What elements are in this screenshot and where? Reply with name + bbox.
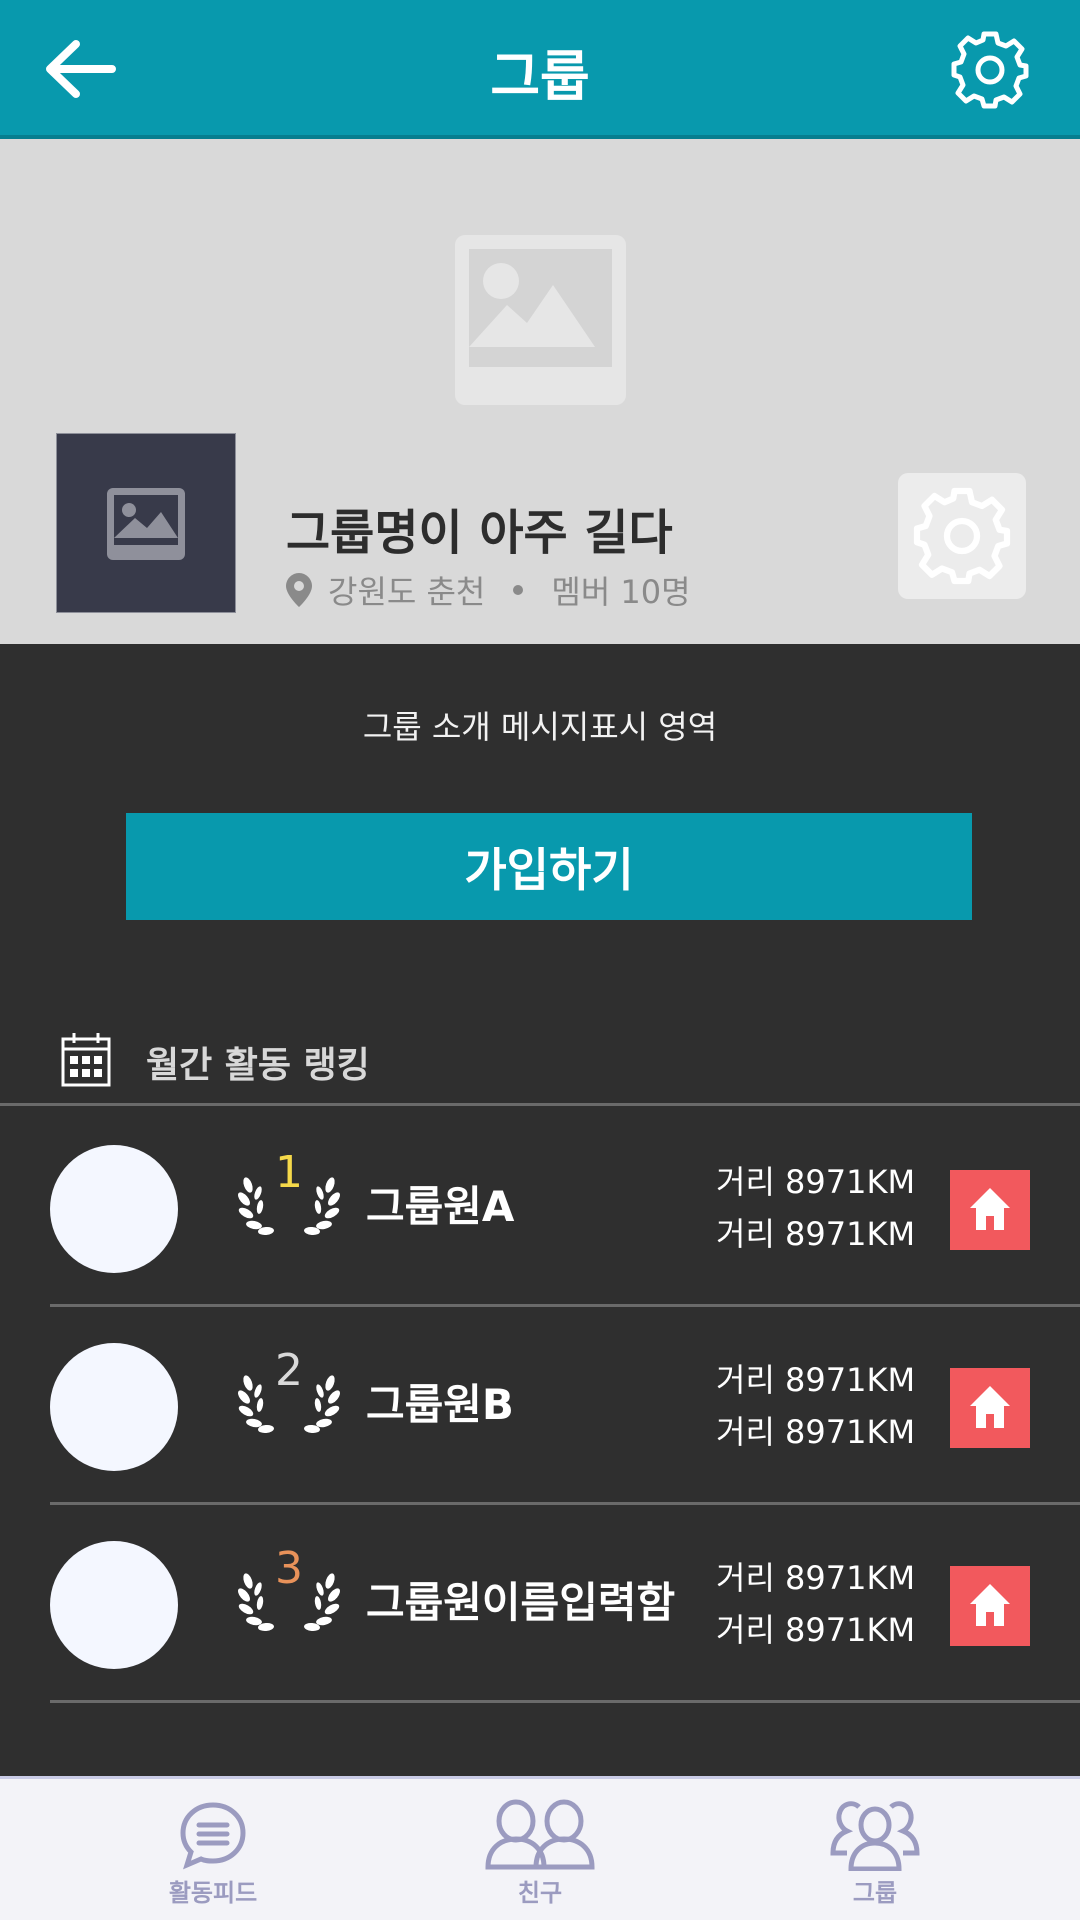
member-name: 그룹원이름입력함 bbox=[366, 1578, 676, 1627]
calendar-icon bbox=[61, 1033, 111, 1087]
distance-text: 거리 8971KM bbox=[716, 1559, 916, 1597]
rank-number: 3 bbox=[275, 1543, 303, 1594]
avatar bbox=[50, 1343, 178, 1471]
tab-label: 그룹 bbox=[852, 1879, 898, 1907]
distance-text: 거리 8971KM bbox=[716, 1361, 916, 1399]
home-button[interactable] bbox=[950, 1566, 1030, 1646]
home-icon bbox=[970, 1188, 1010, 1230]
image-icon bbox=[107, 488, 185, 560]
group-cover: 그룹명이 아주 길다 강원도 춘천 멤버 10명 bbox=[0, 139, 1080, 644]
tab-group[interactable]: 그룹 bbox=[795, 1799, 955, 1909]
distance-text: 거리 8971KM bbox=[716, 1413, 916, 1451]
home-button[interactable] bbox=[950, 1170, 1030, 1250]
group-settings-button[interactable] bbox=[898, 473, 1026, 599]
page-title: 그룹 bbox=[490, 45, 590, 108]
distance-text: 거리 8971KM bbox=[716, 1163, 916, 1201]
group-location: 강원도 춘천 bbox=[328, 573, 486, 611]
rank-number: 1 bbox=[275, 1147, 303, 1198]
group-meta: 강원도 춘천 멤버 10명 bbox=[286, 567, 691, 613]
tab-label: 활동피드 bbox=[168, 1879, 258, 1907]
home-button[interactable] bbox=[950, 1368, 1030, 1448]
tab-friends[interactable]: 친구 bbox=[460, 1799, 620, 1909]
gear-icon[interactable] bbox=[950, 30, 1030, 110]
gear-icon bbox=[913, 487, 1011, 585]
tab-activity-feed[interactable]: 활동피드 bbox=[133, 1799, 293, 1909]
distance-text: 거리 8971KM bbox=[716, 1215, 916, 1253]
member-name: 그룹원B bbox=[366, 1380, 514, 1429]
avatar bbox=[50, 1541, 178, 1669]
distance-text: 거리 8971KM bbox=[716, 1611, 916, 1649]
ranking-title: 월간 활동 랭킹 bbox=[146, 1045, 370, 1086]
ranking-row[interactable]: 1 그룹원A 거리 8971KM 거리 8971KM bbox=[0, 1109, 1080, 1307]
row-divider bbox=[50, 1700, 1080, 1703]
avatar bbox=[50, 1145, 178, 1273]
ranking-header: 월간 활동 랭킹 bbox=[0, 1030, 1080, 1106]
rank-number: 2 bbox=[275, 1345, 303, 1396]
chat-bubble-icon bbox=[180, 1802, 246, 1870]
ranking-row[interactable]: 2 그룹원B 거리 8971KM 거리 8971KM bbox=[0, 1307, 1080, 1505]
group-icon bbox=[830, 1801, 920, 1871]
group-thumbnail[interactable] bbox=[56, 433, 236, 613]
app-header: 그룹 bbox=[0, 0, 1080, 139]
group-member-count: 멤버 10명 bbox=[551, 573, 691, 611]
join-button[interactable]: 가입하기 bbox=[126, 813, 972, 920]
friends-icon bbox=[485, 1799, 595, 1870]
home-icon bbox=[970, 1386, 1010, 1428]
group-name: 그룹명이 아주 길다 bbox=[286, 505, 673, 561]
ranking-row[interactable]: 3 그룹원이름입력함 거리 8971KM 거리 8971KM bbox=[0, 1505, 1080, 1703]
home-icon bbox=[970, 1584, 1010, 1626]
image-placeholder-icon bbox=[455, 235, 626, 405]
bottom-tab-bar: 활동피드 친구 그룹 bbox=[0, 1776, 1080, 1920]
separator-dot bbox=[513, 585, 524, 595]
location-pin-icon bbox=[286, 573, 312, 607]
group-intro-text: 그룹 소개 메시지표시 영역 bbox=[362, 708, 718, 746]
tab-label: 친구 bbox=[517, 1879, 563, 1907]
member-name: 그룹원A bbox=[366, 1182, 515, 1231]
